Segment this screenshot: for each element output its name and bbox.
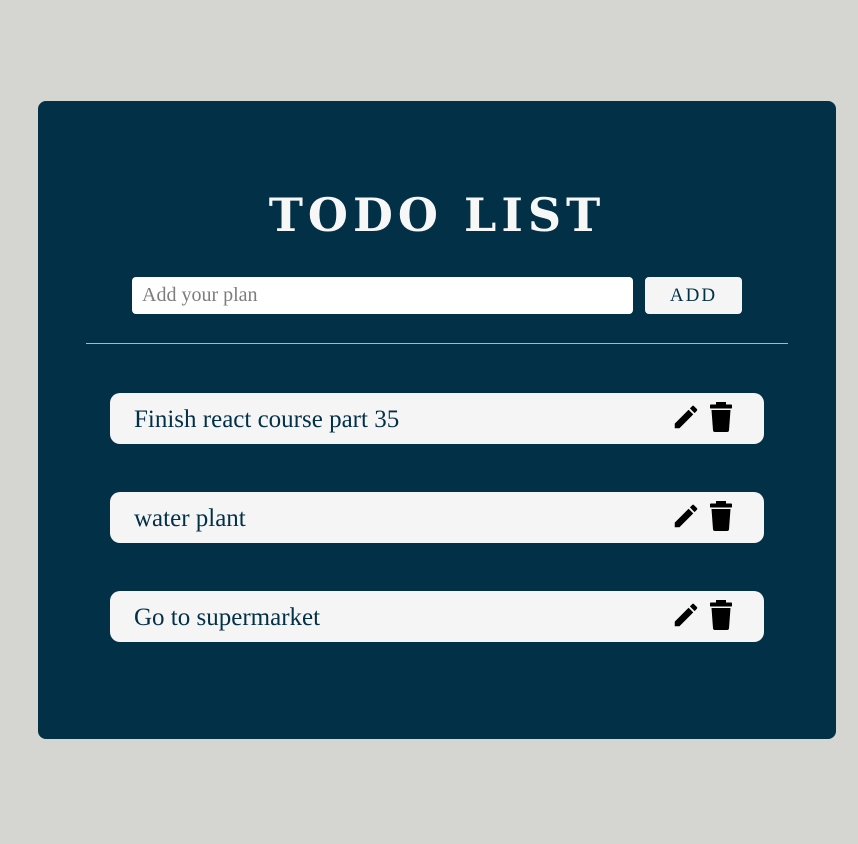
pencil-icon[interactable]	[671, 600, 701, 630]
trash-icon[interactable]	[709, 501, 733, 531]
trash-icon[interactable]	[709, 600, 733, 630]
todo-text: water plant	[134, 505, 246, 532]
page-title: TODO LIST	[268, 188, 606, 242]
divider	[86, 343, 788, 344]
add-button[interactable]: ADD	[645, 277, 742, 314]
pencil-icon[interactable]	[671, 402, 701, 432]
todo-list: Finish react course part 35 water plant …	[110, 393, 764, 690]
trash-icon[interactable]	[709, 402, 733, 432]
plan-input[interactable]	[132, 277, 633, 314]
todo-text: Go to supermarket	[134, 604, 321, 631]
todo-item: Finish react course part 35	[110, 393, 764, 444]
todo-panel: TODO LIST ADD Finish react course part 3…	[38, 101, 836, 739]
pencil-icon[interactable]	[671, 501, 701, 531]
todo-text: Finish react course part 35	[134, 406, 400, 433]
todo-item: Go to supermarket	[110, 591, 764, 642]
todo-item: water plant	[110, 492, 764, 543]
